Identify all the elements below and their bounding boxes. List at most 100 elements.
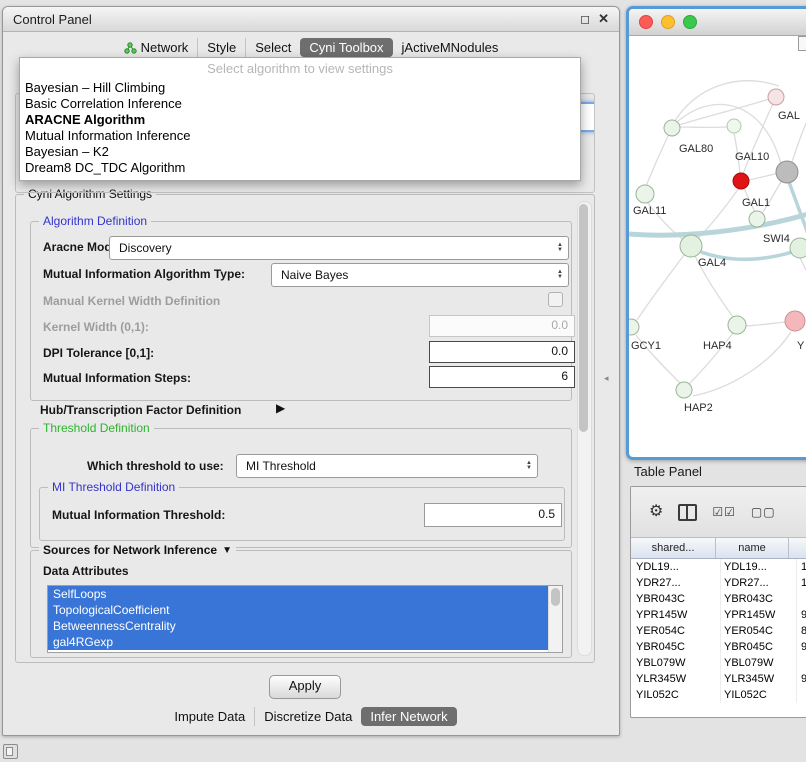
node-label: GAL11	[633, 205, 666, 217]
table-row[interactable]: YBR045C YBR045C 9.	[631, 639, 806, 655]
attribute-item[interactable]: SelfLoops	[48, 586, 549, 602]
network-node-gal10[interactable]	[733, 173, 749, 189]
tab-infer-network[interactable]: Infer Network	[361, 707, 456, 726]
tab-jactivemnodules[interactable]: jActiveMNodules	[393, 38, 508, 57]
network-node[interactable]	[768, 89, 784, 105]
tab-select[interactable]: Select	[245, 38, 300, 57]
aracne-mode-combo[interactable]: Discovery ▲▼	[109, 236, 569, 260]
algorithm-definition-title: Algorithm Definition	[39, 214, 151, 228]
which-threshold-combo[interactable]: MI Threshold ▲▼	[236, 454, 538, 478]
mi-type-value: Naive Bayes	[272, 268, 552, 282]
table-row[interactable]: YDL19... YDL19... 13	[631, 559, 806, 575]
node-label: GAL80	[679, 143, 713, 155]
combo-arrows-icon: ▲▼	[552, 270, 568, 280]
dpi-tolerance-label: DPI Tolerance [0,1]:	[43, 346, 154, 360]
combo-arrows-icon: ▲▼	[521, 461, 537, 471]
network-node[interactable]	[728, 316, 746, 334]
attribute-item[interactable]: TopologicalCoefficient	[48, 602, 549, 618]
dropdown-item[interactable]: Bayesian – K2	[20, 144, 580, 160]
manual-kernel-checkbox[interactable]	[548, 292, 563, 307]
network-node[interactable]	[629, 319, 639, 335]
node-label: GAL1	[742, 197, 770, 209]
apply-button[interactable]: Apply	[269, 675, 341, 699]
network-node-gal4[interactable]	[680, 235, 702, 257]
minimize-traffic-light-icon[interactable]	[661, 15, 675, 29]
hub-definition-label: Hub/Transcription Factor Definition	[40, 403, 241, 417]
network-graph: GAL80 GAL10 GAL11 GAL1 SWI4 GAL4 GCY1 HA…	[629, 36, 806, 451]
network-window-titlebar[interactable]	[629, 9, 806, 36]
data-attributes-label: Data Attributes	[43, 564, 129, 578]
node-label: HAP4	[703, 340, 732, 352]
table-row[interactable]: YER054C YER054C 8.	[631, 623, 806, 639]
threshold-definition-title: Threshold Definition	[39, 421, 154, 435]
column-header-3[interactable]	[789, 538, 806, 558]
dropdown-item[interactable]: Bayesian – Hill Climbing	[20, 80, 580, 96]
node-label: GAL10	[735, 151, 769, 163]
dpi-tolerance-field[interactable]: 0.0	[429, 341, 575, 363]
expand-arrow-icon[interactable]: ▶	[276, 401, 285, 415]
data-attributes-list[interactable]: SelfLoops TopologicalCoefficient Between…	[47, 585, 563, 653]
select-all-checkboxes-icon[interactable]: ☑☑	[712, 505, 736, 519]
birdseye-toggle[interactable]	[798, 36, 806, 51]
float-window-icon[interactable]: ◻	[580, 13, 590, 25]
network-node[interactable]	[676, 382, 692, 398]
settings-scrollbar[interactable]	[577, 201, 592, 656]
tab-cyni-toolbox[interactable]: Cyni Toolbox	[300, 38, 392, 57]
close-traffic-light-icon[interactable]	[639, 15, 653, 29]
tab-discretize-data[interactable]: Discretize Data	[254, 707, 361, 726]
dropdown-item[interactable]: Mutual Information Inference	[20, 128, 580, 144]
tab-impute-data[interactable]: Impute Data	[165, 707, 254, 726]
collapse-arrow-icon[interactable]: ▼	[222, 545, 232, 556]
network-node[interactable]	[790, 238, 806, 258]
attributes-scrollbar[interactable]	[548, 586, 562, 652]
zoom-traffic-light-icon[interactable]	[683, 15, 697, 29]
panel-splitter-arrow[interactable]: ◂	[604, 373, 609, 384]
kernel-width-label: Kernel Width (0,1):	[43, 320, 149, 334]
deselect-all-checkboxes-icon[interactable]: ▢▢	[751, 505, 776, 519]
network-node[interactable]	[636, 185, 654, 203]
table-row[interactable]: YBR043C YBR043C	[631, 591, 806, 607]
column-header-name[interactable]: name	[716, 538, 789, 558]
close-window-icon[interactable]: ✕	[598, 13, 609, 25]
network-node-pink[interactable]	[785, 311, 805, 331]
kernel-width-field[interactable]: 0.0	[429, 315, 575, 337]
attribute-item[interactable]: BetweennessCentrality	[48, 618, 549, 634]
attributes-scrollbar-thumb[interactable]	[551, 588, 560, 606]
dropdown-item[interactable]: Dream8 DC_TDC Algorithm	[20, 160, 580, 176]
node-label: SWI4	[763, 233, 790, 245]
attribute-item[interactable]: gal4RGexp	[48, 634, 549, 650]
mi-threshold-field[interactable]: 0.5	[424, 503, 562, 527]
aracne-mode-value: Discovery	[110, 241, 552, 255]
table-row[interactable]: YPR145W YPR145W 9.	[631, 607, 806, 623]
tab-style[interactable]: Style	[197, 38, 245, 57]
gear-icon[interactable]: ⚙	[649, 504, 663, 520]
dropdown-item[interactable]: Basic Correlation Inference	[20, 96, 580, 112]
table-header-row: shared... name	[631, 538, 806, 559]
which-threshold-label: Which threshold to use:	[87, 459, 224, 473]
column-header-shared-name[interactable]: shared...	[631, 538, 716, 558]
network-node[interactable]	[749, 211, 765, 227]
network-node[interactable]	[664, 120, 680, 136]
which-threshold-value: MI Threshold	[237, 459, 521, 473]
mi-type-combo[interactable]: Naive Bayes ▲▼	[271, 263, 569, 287]
dropdown-item-selected[interactable]: ARACNE Algorithm	[20, 112, 580, 128]
network-node[interactable]	[727, 119, 741, 133]
table-row[interactable]: YBL079W YBL079W	[631, 655, 806, 671]
control-panel-titlebar[interactable]: Control Panel ◻ ✕	[3, 7, 619, 32]
mi-steps-field[interactable]: 6	[429, 366, 575, 388]
table-row[interactable]: YDR27... YDR27... 12	[631, 575, 806, 591]
sources-group: Sources for Network Inference ▼ Data Att…	[30, 550, 572, 658]
network-canvas[interactable]: GAL80 GAL10 GAL11 GAL1 SWI4 GAL4 GCY1 HA…	[629, 36, 806, 451]
table-row[interactable]: YLR345W YLR345W 9.	[631, 671, 806, 687]
settings-scrollbar-thumb[interactable]	[579, 204, 588, 432]
tab-network[interactable]: Network	[115, 38, 198, 57]
control-panel-window: Control Panel ◻ ✕ Network Style Select C…	[2, 6, 620, 736]
columns-icon[interactable]	[678, 504, 697, 521]
network-edges-highlighted	[629, 182, 806, 259]
node-label: Y	[797, 340, 805, 352]
node-label: HAP2	[684, 402, 713, 414]
network-node-gray[interactable]	[776, 161, 798, 183]
table-row[interactable]: YIL052C YIL052C	[631, 687, 806, 703]
sources-group-title-row: Sources for Network Inference ▼	[39, 543, 236, 557]
restore-panel-icon[interactable]	[3, 744, 18, 759]
